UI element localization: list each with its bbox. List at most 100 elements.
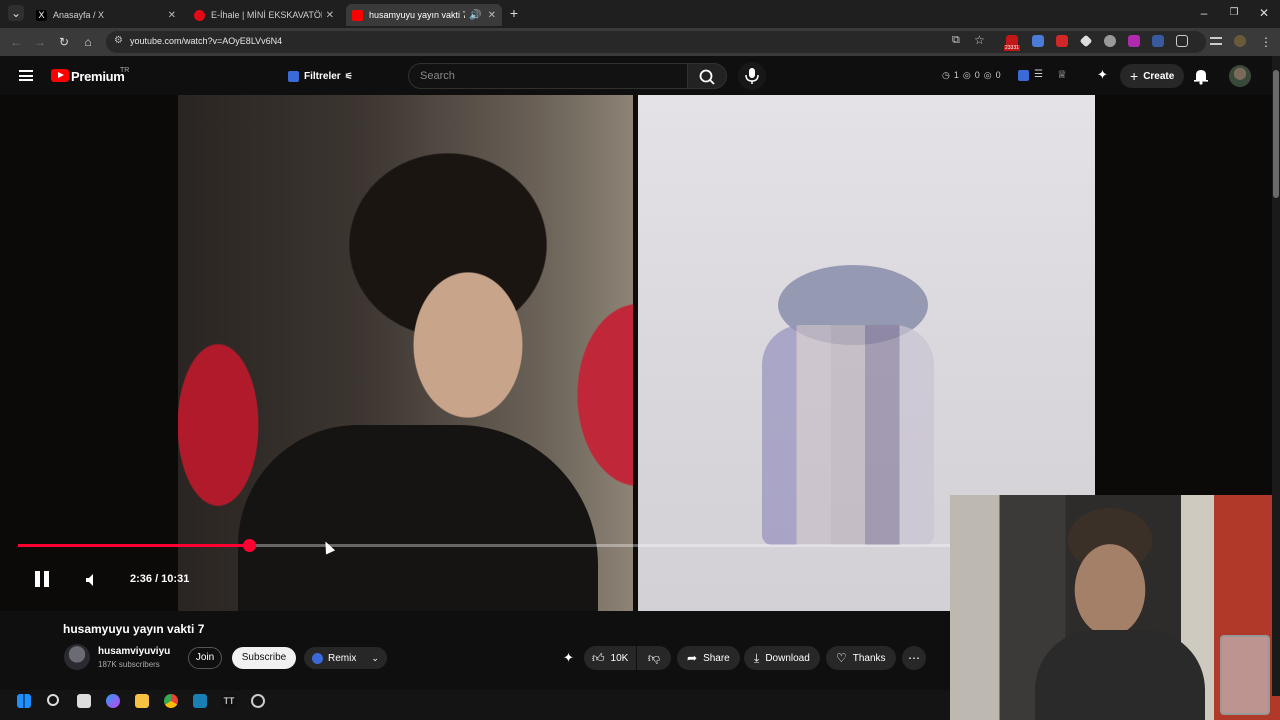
taskbar-search-icon[interactable] bbox=[47, 694, 59, 706]
remix-label: Remix bbox=[328, 652, 357, 664]
reload-icon[interactable]: ↻ bbox=[56, 34, 72, 50]
create-button[interactable]: + Create bbox=[1120, 64, 1185, 88]
browser-toolbar: ← → ↻ ⌂ ⚙ youtube.com/watch?v=AOyE8LVv6N… bbox=[0, 28, 1280, 56]
close-window-icon[interactable]: ✕ bbox=[1256, 5, 1272, 21]
join-button[interactable]: Join bbox=[188, 647, 222, 669]
tab-search-dropdown-icon[interactable]: ⌄ bbox=[8, 5, 24, 21]
copilot-icon[interactable] bbox=[106, 694, 120, 708]
windows-start-icon[interactable] bbox=[17, 694, 31, 708]
tab-eihale[interactable]: E-İhale | MİNİ EKSKAVATÖR (20... ✕ bbox=[188, 4, 340, 26]
logo-premium-text[interactable]: Premium bbox=[71, 69, 125, 84]
bookmark-star-icon[interactable]: ☆ bbox=[974, 33, 985, 47]
channel-name[interactable]: husamviyuviyu bbox=[98, 646, 170, 657]
download-label: Download bbox=[765, 652, 810, 664]
share-arrow-icon: ➦ bbox=[687, 651, 698, 665]
tiktok-icon[interactable]: TT bbox=[222, 694, 236, 708]
back-icon[interactable]: ← bbox=[8, 34, 24, 50]
new-tab-icon[interactable]: + bbox=[506, 5, 522, 21]
x-logo-icon: X bbox=[36, 9, 47, 21]
pause-icon[interactable] bbox=[33, 570, 51, 588]
thanks-label: Thanks bbox=[852, 652, 886, 664]
close-tab-icon[interactable]: ✕ bbox=[168, 10, 176, 21]
streamer-webcam-overlay bbox=[950, 495, 1280, 720]
search-icon bbox=[699, 69, 715, 85]
tab-title: husamyuyu yayın vakti 7 - Y... bbox=[369, 10, 466, 20]
account-avatar[interactable] bbox=[1229, 65, 1251, 87]
file-explorer-icon[interactable] bbox=[135, 694, 149, 708]
stat-value: 0 bbox=[995, 70, 1001, 80]
video-left-feed bbox=[178, 95, 633, 611]
list-icon[interactable]: ☰ bbox=[1034, 69, 1043, 80]
sliders-icon: ⚟ bbox=[344, 70, 353, 81]
volume-icon[interactable] bbox=[84, 572, 100, 588]
clock-icon: ◷ bbox=[942, 70, 950, 80]
trophy-icon[interactable]: ♕ bbox=[1057, 68, 1067, 81]
like-button[interactable]: 👍︎ 10K bbox=[584, 646, 636, 670]
iq-extension-icon bbox=[288, 70, 299, 82]
stat-value: 0 bbox=[974, 70, 980, 80]
microphone-icon bbox=[745, 68, 759, 84]
channel-avatar[interactable] bbox=[64, 644, 90, 670]
download-icon: ⤓ bbox=[754, 650, 760, 665]
eye-icon: ◎ bbox=[962, 70, 971, 80]
profile-avatar-icon[interactable] bbox=[1234, 35, 1246, 47]
plus-icon: + bbox=[1130, 68, 1139, 84]
share-label: Share bbox=[703, 652, 730, 664]
video-subject-shirt bbox=[238, 425, 598, 611]
thumbs-up-icon: 👍︎ bbox=[592, 650, 605, 665]
video-title: husamyuyu yayın vakti 7 bbox=[63, 622, 205, 636]
taskbar-app-icon[interactable] bbox=[193, 694, 207, 708]
tab-youtube[interactable]: husamyuyu yayın vakti 7 - Y... 🔊 ✕ bbox=[346, 4, 502, 26]
reading-list-icon[interactable] bbox=[1210, 37, 1222, 45]
thanks-button[interactable]: ♡ Thanks bbox=[826, 646, 896, 670]
search-button[interactable] bbox=[687, 63, 727, 89]
filters-button[interactable]: Filtreler ⚟ bbox=[282, 66, 359, 86]
mute-tab-icon[interactable]: 🔊 bbox=[469, 10, 481, 21]
notifications-bell-icon[interactable] bbox=[1193, 67, 1209, 85]
more-actions-button[interactable]: ⋯ bbox=[902, 646, 926, 670]
tab-title: E-İhale | MİNİ EKSKAVATÖR (20... bbox=[211, 10, 322, 20]
taskbar-settings-icon[interactable] bbox=[251, 694, 265, 708]
purple-extension-icon[interactable] bbox=[1128, 35, 1140, 47]
remix-button[interactable]: Remix ⌄ bbox=[304, 647, 387, 669]
tab-title: Anasayfa / X bbox=[53, 10, 105, 20]
progress-bar-fill bbox=[18, 544, 249, 547]
adblock-extension-icon[interactable] bbox=[1056, 35, 1068, 47]
chrome-icon[interactable] bbox=[164, 694, 178, 708]
menu-hamburger-icon[interactable] bbox=[19, 70, 33, 81]
home-icon[interactable]: ⌂ bbox=[80, 34, 96, 50]
audio-extension-icon[interactable] bbox=[1152, 35, 1164, 47]
tab-x[interactable]: X Anasayfa / X ✕ bbox=[30, 4, 182, 26]
voice-search-button[interactable] bbox=[738, 62, 766, 90]
url-text: youtube.com/watch?v=AOyE8LVv6N4 bbox=[130, 36, 283, 46]
subscribe-button[interactable]: Subscribe bbox=[232, 647, 296, 669]
chevron-down-icon: ⌄ bbox=[371, 652, 379, 663]
install-app-icon[interactable]: ⧉ bbox=[952, 34, 960, 47]
thanks-heart-icon: ♡ bbox=[836, 651, 847, 665]
browser-menu-icon[interactable]: ⋮ bbox=[1258, 34, 1274, 50]
webcam-subject bbox=[1035, 630, 1205, 720]
translate-extension-icon[interactable] bbox=[1032, 35, 1044, 47]
search-input[interactable]: Search bbox=[408, 63, 688, 89]
minimize-icon[interactable]: – bbox=[1196, 5, 1212, 21]
close-tab-icon[interactable]: ✕ bbox=[488, 10, 496, 21]
sparkle-icon[interactable]: ✦ bbox=[563, 650, 574, 666]
cookie-extension-icon[interactable] bbox=[1104, 35, 1116, 47]
progress-scrubber-handle[interactable] bbox=[243, 539, 256, 552]
scrollbar-thumb[interactable] bbox=[1273, 70, 1279, 198]
download-button[interactable]: ⤓ Download bbox=[744, 646, 820, 670]
share-button[interactable]: ➦ Share bbox=[677, 646, 740, 670]
webcam-cup bbox=[1220, 635, 1270, 715]
sparkle-icon[interactable]: ✦ bbox=[1097, 67, 1108, 83]
forward-icon[interactable]: → bbox=[32, 34, 48, 50]
extensions-puzzle-icon[interactable] bbox=[1176, 35, 1188, 47]
site-info-icon[interactable]: ⚙ bbox=[114, 35, 123, 46]
iq-extension-icon[interactable] bbox=[1018, 70, 1029, 81]
close-tab-icon[interactable]: ✕ bbox=[326, 10, 334, 21]
create-label: Create bbox=[1143, 70, 1175, 82]
dislike-button[interactable]: 👎︎ bbox=[637, 646, 671, 670]
maximize-icon[interactable]: ❐ bbox=[1226, 5, 1242, 21]
thumbs-down-icon: 👎︎ bbox=[647, 650, 661, 665]
task-view-icon[interactable] bbox=[77, 694, 91, 708]
youtube-logo-icon[interactable] bbox=[51, 69, 69, 82]
